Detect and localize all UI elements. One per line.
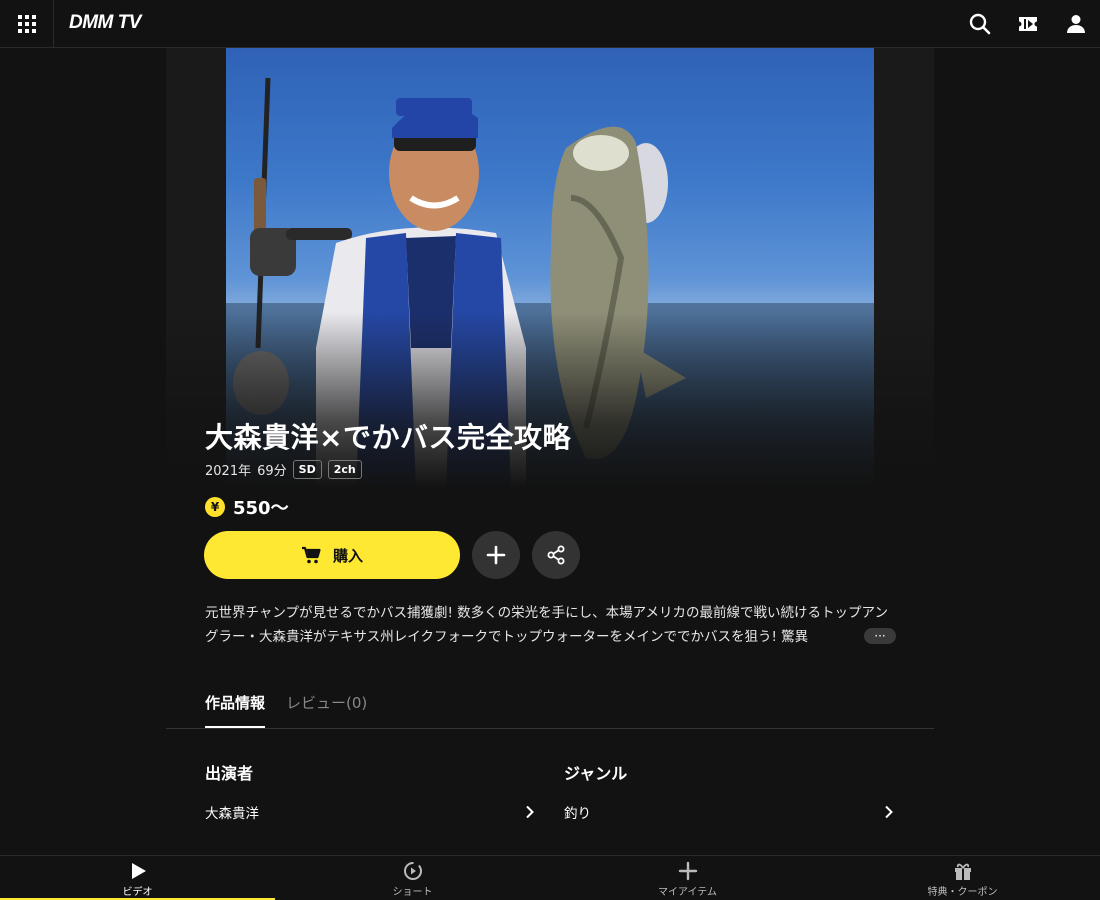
content-tabs: 作品情報 レビュー(0) <box>166 680 934 729</box>
plus-icon <box>486 545 506 565</box>
chevron-right-icon <box>526 805 534 819</box>
duration: 69分 <box>257 464 287 479</box>
share-icon <box>547 545 565 565</box>
buy-button[interactable]: 購入 <box>204 531 460 579</box>
user-icon <box>1067 15 1085 33</box>
ticket-icon <box>1019 17 1037 31</box>
genre-section-title: ジャンル <box>564 764 628 783</box>
yen-icon: ¥ <box>205 497 225 517</box>
plus-icon <box>678 861 697 881</box>
apps-grid-button[interactable] <box>0 0 54 48</box>
content-meta: 2021年 69分 SD 2ch <box>205 460 362 479</box>
audio-badge: 2ch <box>327 460 362 479</box>
price-display: ¥ 550〜 <box>205 494 289 520</box>
play-icon <box>131 863 146 879</box>
nav-label: マイアイテム <box>658 887 717 898</box>
shorts-icon <box>403 862 422 880</box>
top-header: DMM TV <box>0 0 1100 48</box>
cast-link[interactable]: 大森貴洋 <box>205 800 535 824</box>
expand-description-button[interactable]: ··· <box>864 628 896 644</box>
ticket-button[interactable] <box>1016 12 1040 36</box>
quality-badge: SD <box>292 460 322 479</box>
bottom-navigation: ビデオ ショート マイアイテム 特典・クーポン <box>0 855 1100 900</box>
tab-info[interactable]: 作品情報 <box>205 692 266 728</box>
price-value: 550〜 <box>233 498 289 519</box>
genre-link[interactable]: 釣り <box>564 800 894 824</box>
nav-label: 特典・クーポン <box>927 887 998 898</box>
page-title: 大森貴洋×でかバス完全攻略 <box>205 421 571 454</box>
cart-icon <box>301 546 321 564</box>
search-icon <box>969 13 991 35</box>
description-text: 元世界チャンプが見せるでかバス捕獲劇! 数多くの栄光を手にし、本場アメリカの最前… <box>205 605 888 645</box>
nav-my-items[interactable]: マイアイテム <box>550 856 825 900</box>
chevron-right-icon <box>885 805 893 819</box>
genre-name: 釣り <box>564 806 591 822</box>
gift-icon <box>954 863 971 880</box>
share-button[interactable] <box>532 531 580 579</box>
search-button[interactable] <box>968 12 992 36</box>
apps-grid-icon <box>17 15 36 33</box>
nav-video[interactable]: ビデオ <box>0 856 275 900</box>
nav-label: ビデオ <box>122 887 153 898</box>
nav-coupons[interactable]: 特典・クーポン <box>825 856 1100 900</box>
account-button[interactable] <box>1064 12 1088 36</box>
cast-section-title: 出演者 <box>205 764 254 783</box>
buy-label: 購入 <box>332 546 363 565</box>
dmm-tv-logo[interactable]: DMM TV <box>69 12 141 34</box>
nav-shorts[interactable]: ショート <box>275 856 550 900</box>
release-year: 2021年 <box>205 464 252 479</box>
add-to-list-button[interactable] <box>472 531 520 579</box>
nav-label: ショート <box>392 887 433 898</box>
tab-reviews[interactable]: レビュー(0) <box>286 692 367 728</box>
cast-name: 大森貴洋 <box>205 806 259 822</box>
